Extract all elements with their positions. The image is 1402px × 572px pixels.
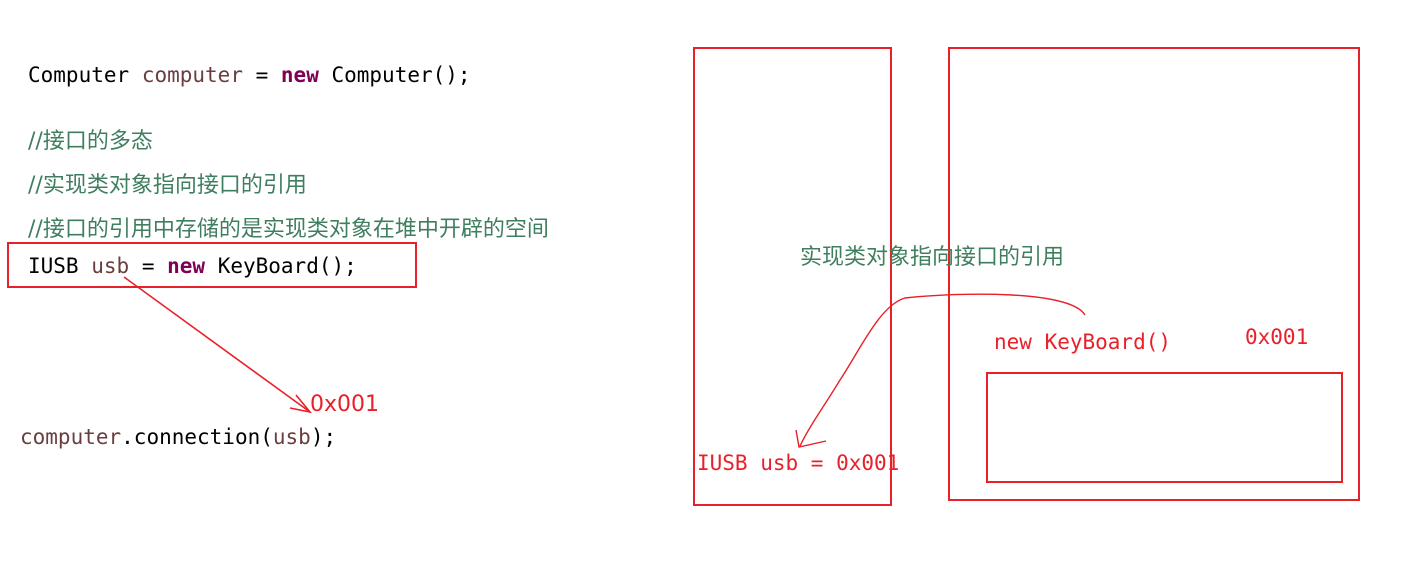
usb-to-address-arrow [123, 276, 311, 413]
usb-to-address-arrowhead [289, 394, 313, 414]
arrow-layer [123, 276, 1086, 448]
heap-to-stack-arrow [799, 293, 1086, 447]
